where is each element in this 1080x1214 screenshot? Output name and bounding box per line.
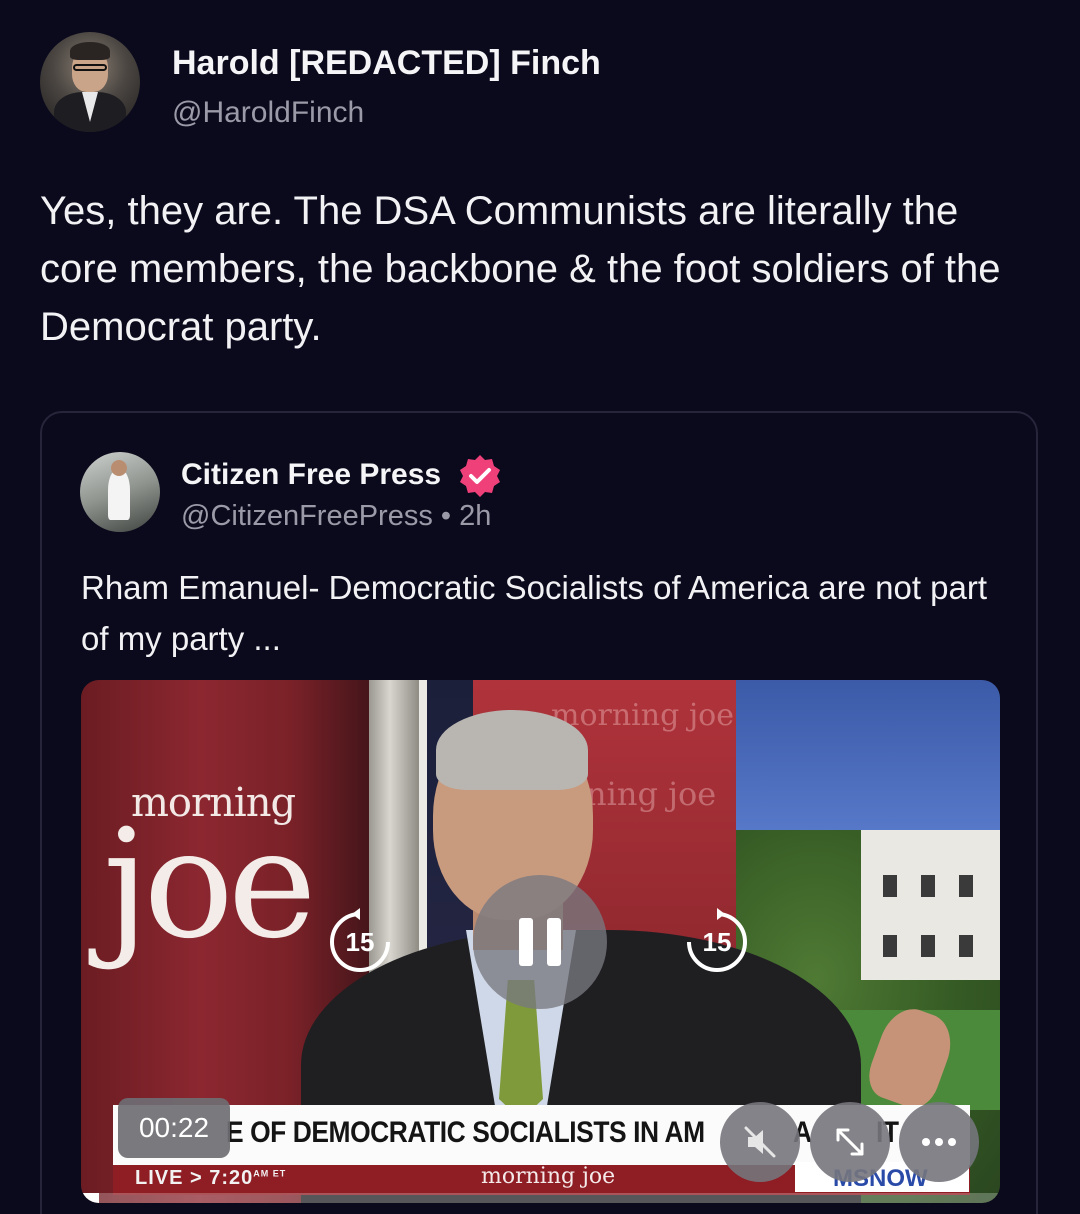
mute-button[interactable]: [720, 1102, 800, 1182]
ticker-show-name: morning joe: [481, 1164, 616, 1189]
skip-forward-label: 15: [702, 926, 732, 957]
expand-icon: [836, 1128, 864, 1156]
show-logo-bottom: joe: [103, 798, 317, 972]
post-text: Yes, they are. The DSA Communists are li…: [40, 189, 1001, 349]
avatar[interactable]: [40, 32, 140, 132]
quoted-author-name[interactable]: Citizen Free Press: [181, 458, 441, 492]
set-watermark: ning joe: [586, 775, 717, 813]
skip-back-label: 15: [345, 926, 375, 957]
fullscreen-button[interactable]: [810, 1102, 890, 1182]
mute-icon: [744, 1126, 776, 1158]
quoted-post-text: Rham Emanuel- Democratic Socialists of A…: [81, 569, 988, 657]
quoted-handle-time: @CitizenFreePress • 2h: [181, 500, 492, 532]
elapsed-time: 00:22: [118, 1098, 230, 1158]
pause-button[interactable]: [473, 875, 607, 1009]
set-watermark: morning joe: [551, 698, 734, 733]
video-progress-track[interactable]: [81, 1193, 1000, 1203]
lower-third-text: E OF DEMOCRATIC SOCIALISTS IN AM: [226, 1116, 705, 1149]
post-screen: Harold [REDACTED] Finch @HaroldFinch Yes…: [0, 0, 1080, 1214]
more-icon: [922, 1138, 956, 1146]
author-name[interactable]: Harold [REDACTED] Finch: [172, 44, 601, 83]
author-handle[interactable]: @HaroldFinch: [172, 96, 364, 130]
quoted-avatar[interactable]: [80, 452, 160, 532]
video-progress-fill: [81, 1193, 100, 1203]
live-time: LIVE > 7:20AM ET: [135, 1167, 287, 1189]
white-house-image: [861, 830, 1000, 980]
skip-back-button[interactable]: 15: [324, 906, 396, 978]
video-player[interactable]: morning joe morning joe ning joe E OF DE…: [81, 680, 1000, 1203]
skip-forward-button[interactable]: 15: [681, 906, 753, 978]
pause-icon: [519, 918, 561, 966]
more-options-button[interactable]: [899, 1102, 979, 1182]
verified-badge-icon: [460, 455, 500, 497]
